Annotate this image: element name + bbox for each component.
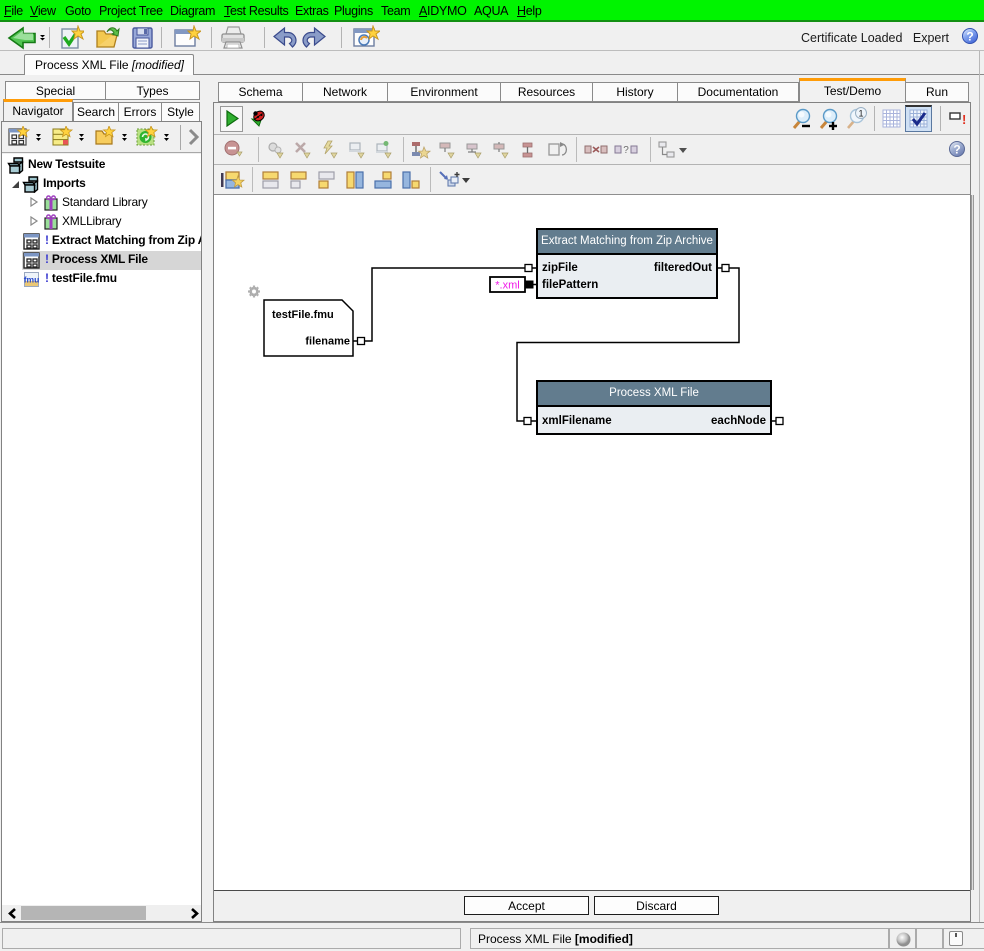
svg-text:fmu: fmu bbox=[24, 275, 40, 285]
svg-text:?: ? bbox=[966, 30, 973, 44]
svg-text:?: ? bbox=[623, 145, 629, 156]
svg-text:*.xml: *.xml bbox=[495, 280, 519, 292]
svg-text:filename: filename bbox=[305, 336, 350, 348]
svg-text:testFile.fmu: testFile.fmu bbox=[272, 309, 334, 321]
svg-text:1: 1 bbox=[858, 109, 863, 119]
svg-text:?: ? bbox=[953, 143, 960, 157]
svg-text:!: ! bbox=[962, 112, 966, 127]
